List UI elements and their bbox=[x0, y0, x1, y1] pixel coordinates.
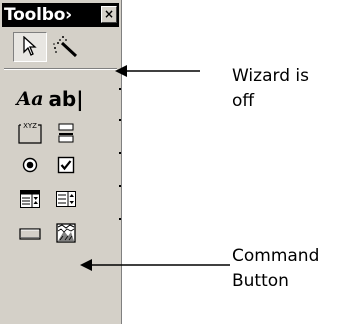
wizard-arrowhead bbox=[115, 65, 127, 77]
wizard-annotation-line2: off bbox=[232, 91, 255, 111]
command-arrowhead bbox=[80, 259, 92, 271]
command-annotation-line1: Command bbox=[232, 246, 320, 266]
wizard-annotation-line1: Wizard is bbox=[232, 66, 309, 86]
command-annotation-line2: Button bbox=[232, 271, 289, 291]
annotation-arrows bbox=[80, 65, 230, 271]
